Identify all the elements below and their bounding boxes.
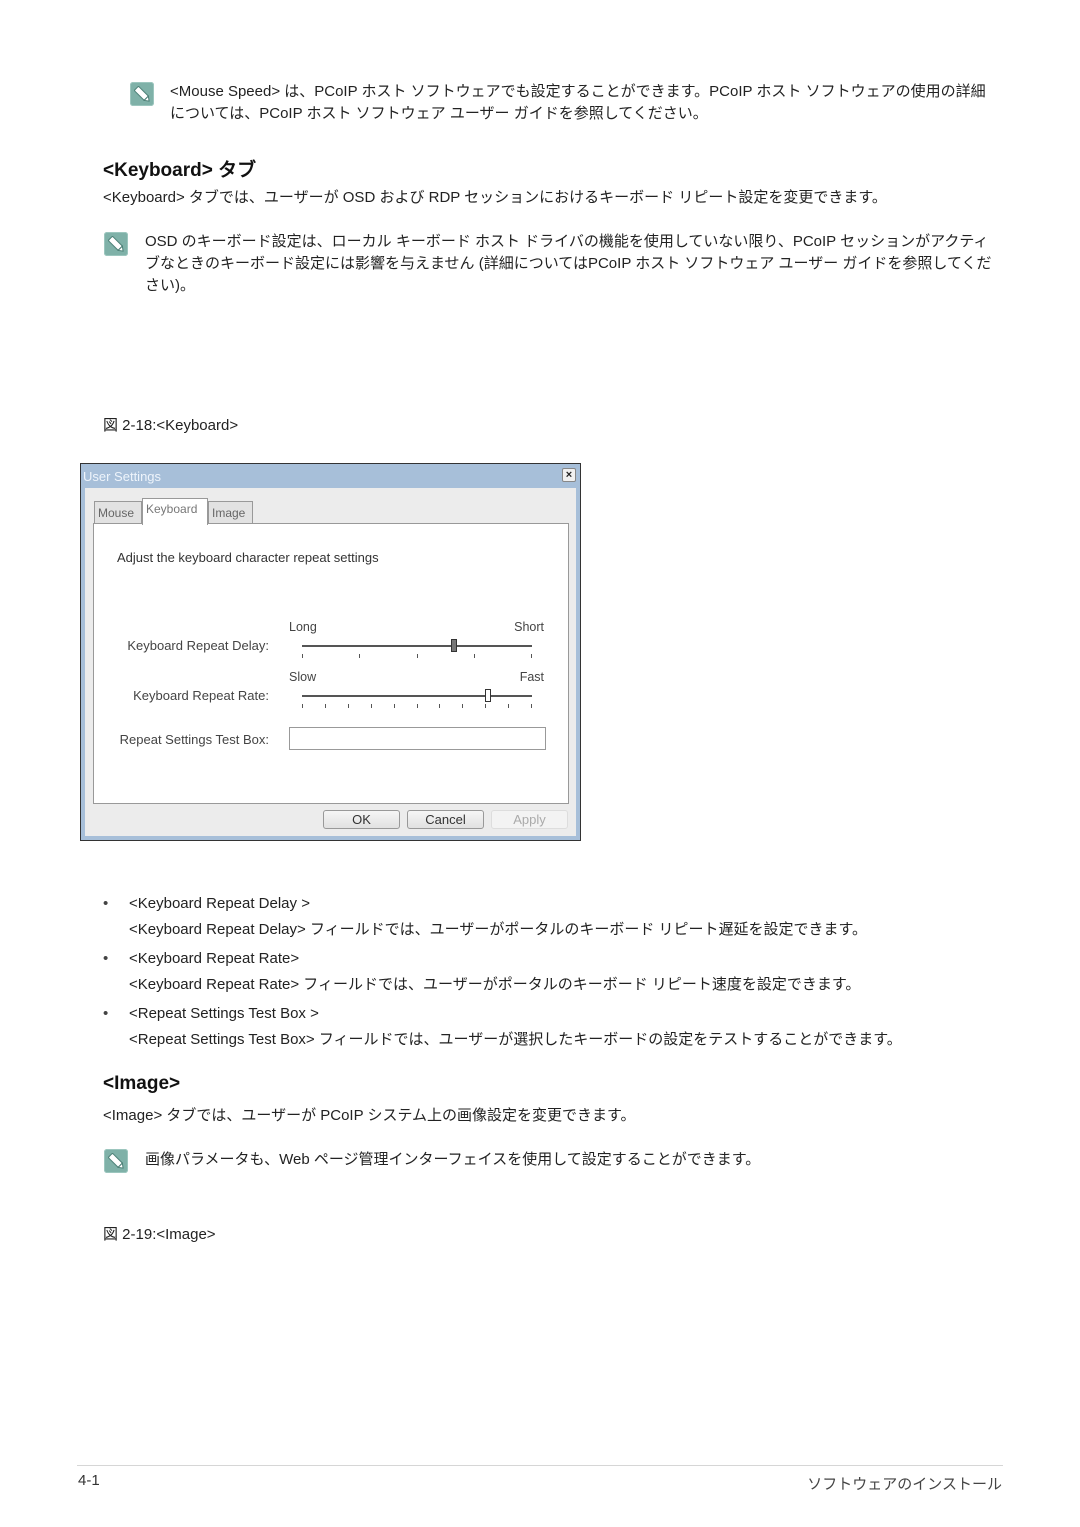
pencil-note-icon — [104, 1149, 128, 1173]
user-settings-dialog: User Settings × Mouse Keyboard Image Adj… — [80, 463, 581, 841]
dialog-body: Mouse Keyboard Image Adjust the keyboard… — [85, 488, 576, 836]
repeat-rate-label: Keyboard Repeat Rate: — [133, 688, 269, 703]
slider-tick — [439, 704, 440, 708]
slider-thumb[interactable] — [485, 689, 491, 702]
keyboard-section-heading: <Keyboard> タブ — [103, 160, 257, 181]
repeat-rate-slider[interactable] — [302, 686, 532, 716]
pencil-note-icon — [130, 82, 154, 106]
slider-tick — [531, 654, 532, 658]
image-section-heading: <Image> — [103, 1073, 181, 1094]
slider-tick — [325, 704, 326, 708]
slider-thumb[interactable] — [451, 639, 457, 652]
bullet-desc-repeat-delay: <Keyboard Repeat Delay> フィールドでは、ユーザーがポータ… — [129, 921, 868, 938]
slider-tick — [371, 704, 372, 708]
repeat-delay-min-label: Long — [289, 620, 317, 634]
close-button[interactable]: × — [562, 468, 576, 482]
slider-tick — [348, 704, 349, 708]
test-box-label: Repeat Settings Test Box: — [119, 732, 269, 747]
bullet-glyph: • — [103, 895, 109, 912]
slider-tick — [485, 704, 486, 708]
cancel-button[interactable]: Cancel — [407, 810, 484, 829]
keyboard-tab-panel: Adjust the keyboard character repeat set… — [93, 523, 569, 804]
slider-tick — [394, 704, 395, 708]
repeat-rate-min-label: Slow — [289, 670, 317, 684]
repeat-delay-max-label: Short — [514, 620, 544, 634]
apply-button[interactable]: Apply — [491, 810, 568, 829]
keyboard-section-intro: <Keyboard> タブでは、ユーザーが OSD および RDP セッションに… — [103, 189, 887, 206]
slider-track — [302, 695, 532, 698]
ok-button[interactable]: OK — [323, 810, 400, 829]
note-osd-keyboard: OSD のキーボード設定は、ローカル キーボード ホスト ドライバの機能を使用し… — [145, 233, 992, 294]
slider-tick — [302, 704, 303, 708]
repeat-delay-slider[interactable] — [302, 636, 532, 666]
bullet-desc-test-box: <Repeat Settings Test Box> フィールドでは、ユーザーが… — [129, 1031, 902, 1048]
chapter-title: ソフトウェアのインストール — [807, 1476, 1002, 1493]
note-mouse-speed: <Mouse Speed> は、PCoIP ホスト ソフトウェアでも設定すること… — [170, 83, 986, 122]
note-image-params: 画像パラメータも、Web ページ管理インターフェイスを使用して設定することができ… — [145, 1151, 761, 1168]
slider-tick — [474, 654, 475, 658]
repeat-delay-label: Keyboard Repeat Delay: — [127, 638, 269, 653]
bullet-title-test-box: <Repeat Settings Test Box > — [129, 1005, 319, 1022]
slider-tick — [462, 704, 463, 708]
tab-mouse[interactable]: Mouse — [94, 501, 142, 523]
slider-tick — [417, 654, 418, 658]
repeat-settings-test-input[interactable] — [289, 727, 546, 750]
tab-mouse-label: Mouse — [98, 506, 135, 520]
slider-tick — [508, 704, 509, 708]
slider-tick — [417, 704, 418, 708]
bullet-glyph: • — [103, 1005, 109, 1022]
bullet-glyph: • — [103, 950, 109, 967]
slider-tick — [302, 654, 303, 658]
bullet-desc-repeat-rate: <Keyboard Repeat Rate> フィールドでは、ユーザーがポータル… — [129, 976, 861, 993]
figure-caption-keyboard: 図 2-18:<Keyboard> — [103, 417, 239, 434]
image-section-intro: <Image> タブでは、ユーザーが PCoIP システム上の画像設定を変更でき… — [103, 1107, 636, 1124]
figure-caption-image: 図 2-19:<Image> — [103, 1226, 216, 1243]
tab-image-label: Image — [212, 506, 246, 520]
slider-tick — [359, 654, 360, 658]
repeat-rate-max-label: Fast — [519, 670, 544, 684]
dialog-title: User Settings — [83, 469, 162, 484]
pencil-note-icon — [104, 232, 128, 256]
slider-track — [302, 645, 532, 648]
tab-image[interactable]: Image — [208, 501, 253, 523]
bullet-title-repeat-delay: <Keyboard Repeat Delay > — [129, 895, 310, 912]
tab-keyboard[interactable]: Keyboard — [142, 498, 208, 525]
page-number: 4-1 — [78, 1472, 100, 1489]
close-icon: × — [565, 469, 573, 481]
bullet-title-repeat-rate: <Keyboard Repeat Rate> — [129, 950, 300, 967]
slider-tick — [531, 704, 532, 708]
tab-keyboard-label: Keyboard — [146, 502, 198, 516]
panel-description: Adjust the keyboard character repeat set… — [117, 550, 379, 565]
footer-divider — [77, 1465, 1003, 1466]
